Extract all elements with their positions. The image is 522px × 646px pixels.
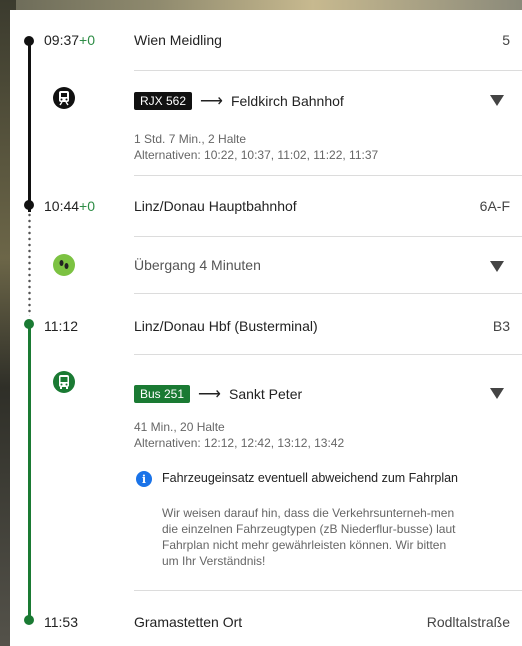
stop-time: 10:44+0 xyxy=(44,198,96,214)
stop-station: Wien Meidling xyxy=(134,32,222,48)
leg-row-bus[interactable]: Bus 251 ⟶ Sankt Peter 41 Min., 20 Halte … xyxy=(10,355,522,591)
stop-row[interactable]: 11:12 Linz/Donau Hbf (Busterminal) B3 xyxy=(10,294,522,354)
expand-chevron-icon[interactable] xyxy=(490,388,504,399)
footsteps-icon xyxy=(53,254,75,276)
stop-platform: Rodltalstraße xyxy=(426,614,510,630)
leg-destination: Feldkirch Bahnhof xyxy=(230,93,344,109)
info-icon: i xyxy=(136,471,152,487)
leg-row-train[interactable]: RJX 562 ⟶ Feldkirch Bahnhof 1 Std. 7 Min… xyxy=(10,71,522,175)
stop-platform: 5 xyxy=(502,32,510,48)
expand-chevron-icon[interactable] xyxy=(490,95,504,106)
line-badge: RJX 562 xyxy=(134,92,193,110)
stop-station: Linz/Donau Hbf (Busterminal) xyxy=(134,318,318,334)
line-badge: Bus 251 xyxy=(134,385,191,403)
notice-text: Wir weisen darauf hin, dass die Verkehrs… xyxy=(162,506,456,568)
leg-alternatives: Alternativen: 10:22, 10:37, 11:02, 11:22… xyxy=(134,148,379,162)
leg-line-title: Bus 251 ⟶ Sankt Peter xyxy=(134,384,302,404)
stop-delay: +0 xyxy=(79,32,96,48)
expand-chevron-icon[interactable] xyxy=(490,261,504,272)
stop-row[interactable]: 11:53 Gramastetten Ort Rodltalstraße xyxy=(10,591,522,646)
stop-row[interactable]: 10:44+0 Linz/Donau Hauptbahnhof 6A-F xyxy=(10,176,522,236)
stop-platform: 6A-F xyxy=(479,198,510,214)
leg-alternatives: Alternativen: 12:12, 12:42, 13:12, 13:42 xyxy=(134,436,345,450)
notice-title: Fahrzeugeinsatz eventuell abweichend zum… xyxy=(162,471,459,485)
stop-delay: +0 xyxy=(79,198,96,214)
stop-time: 11:12 xyxy=(44,318,78,334)
stop-station: Gramastetten Ort xyxy=(134,614,243,630)
stop-time: 09:37+0 xyxy=(44,32,96,48)
stop-platform: B3 xyxy=(492,318,510,334)
stop-row[interactable]: 09:37+0 Wien Meidling 5 xyxy=(10,10,522,70)
leg-duration: 41 Min., 20 Halte xyxy=(134,420,225,434)
direction-arrow: ⟶ xyxy=(200,93,223,110)
leg-row-transfer[interactable]: Übergang 4 Minuten xyxy=(10,237,522,293)
leg-line-title: RJX 562 ⟶ Feldkirch Bahnhof xyxy=(134,91,344,111)
direction-arrow: ⟶ xyxy=(198,386,221,403)
transfer-label: Übergang 4 Minuten xyxy=(134,257,261,273)
leg-destination: Sankt Peter xyxy=(228,386,303,402)
stop-time: 11:53 xyxy=(44,614,78,630)
leg-duration: 1 Std. 7 Min., 2 Halte xyxy=(134,132,247,146)
train-icon xyxy=(53,87,75,109)
stop-station: Linz/Donau Hauptbahnhof xyxy=(134,198,297,214)
bus-icon xyxy=(53,371,75,393)
connection-details: 09:37+0 Wien Meidling 5 RJX 562 ⟶ Feldki… xyxy=(10,10,522,646)
